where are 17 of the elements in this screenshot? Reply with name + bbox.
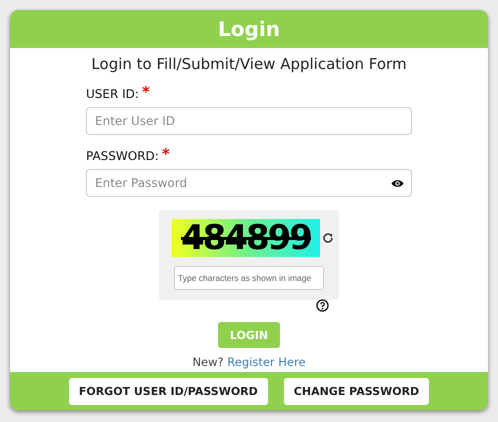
register-prompt: New? [192, 355, 224, 369]
help-icon[interactable] [316, 299, 329, 312]
user-id-field[interactable]: Enter User ID [86, 107, 412, 135]
header-title: Login [218, 17, 280, 41]
register-link[interactable]: Register Here [227, 355, 306, 369]
footer-button[interactable]: CHANGE PASSWORD [284, 378, 430, 404]
footer-button[interactable]: FORGOT USER ID/PASSWORD [68, 378, 268, 404]
required-mark: * [162, 145, 170, 163]
captcha-image: 484899 [172, 219, 320, 257]
field-label: USER ID: [86, 87, 139, 101]
eye-icon[interactable] [391, 179, 404, 188]
required-mark: * [142, 83, 150, 101]
password-field[interactable]: Enter Password [86, 169, 412, 197]
captcha-input[interactable]: Type characters as shown in image [174, 266, 324, 290]
form-subtitle: Login to Fill/Submit/View Application Form [91, 55, 407, 73]
refresh-icon[interactable] [322, 232, 334, 244]
field-label: PASSWORD: [86, 149, 159, 163]
